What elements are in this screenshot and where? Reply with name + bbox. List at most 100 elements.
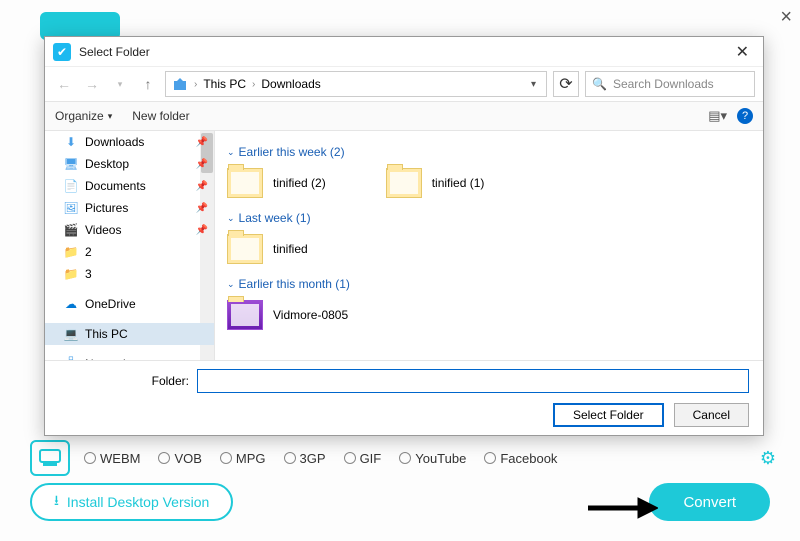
install-desktop-button[interactable]: ⭳ Install Desktop Version — [30, 483, 233, 521]
tree-item-label: Documents — [85, 179, 146, 193]
tree-item-label: Network — [85, 357, 129, 360]
format-option[interactable]: MPG — [220, 451, 266, 466]
download-icon: ⬇ — [63, 134, 79, 150]
recent-dropdown[interactable]: ▾ — [109, 73, 131, 95]
folder-item[interactable]: tinified (2) — [227, 163, 326, 203]
pin-icon: 📌 — [196, 159, 208, 170]
group-header[interactable]: ⌄Earlier this week (2) — [227, 145, 751, 159]
tree-item-documents[interactable]: 📄 Documents 📌 — [45, 175, 214, 197]
tree-item-label: Videos — [85, 223, 121, 237]
chevron-right-icon: › — [194, 79, 197, 90]
search-icon: 🔍 — [592, 77, 607, 91]
convert-button[interactable]: Convert — [649, 483, 770, 521]
back-button[interactable]: ← — [53, 73, 75, 95]
network-icon: 🖧 — [63, 356, 79, 360]
cloud-icon: ☁ — [63, 296, 79, 312]
folder-item[interactable]: Vidmore-0805 — [227, 295, 348, 335]
dialog-titlebar: ✔ Select Folder ✕ — [45, 37, 763, 67]
new-folder-button[interactable]: New folder — [132, 109, 189, 123]
forward-button[interactable]: → — [81, 73, 103, 95]
chevron-right-icon: › — [252, 79, 255, 90]
folder-name: Vidmore-0805 — [273, 308, 348, 322]
picture-icon: 🖼 — [63, 200, 79, 216]
group-header[interactable]: ⌄Earlier this month (1) — [227, 277, 751, 291]
folder-content[interactable]: ⌄Earlier this week (2)tinified (2)tinifi… — [215, 131, 763, 360]
close-icon[interactable]: ✕ — [730, 42, 755, 62]
folder-label: Folder: — [59, 374, 189, 388]
tree-item-3[interactable]: 📁3 — [45, 263, 214, 285]
tree-item-2[interactable]: 📁2 — [45, 241, 214, 263]
tree-item-onedrive[interactable]: ☁OneDrive — [45, 293, 214, 315]
folder-name: tinified (2) — [273, 176, 326, 190]
pin-icon: 📌 — [196, 225, 208, 236]
select-folder-dialog: ✔ Select Folder ✕ ← → ▾ ↑ › This PC › Do… — [44, 36, 764, 436]
pin-icon: 📌 — [196, 203, 208, 214]
pin-icon: 📌 — [196, 137, 208, 148]
format-option[interactable]: 3GP — [284, 451, 326, 466]
format-option[interactable]: VOB — [158, 451, 201, 466]
tree-item-label: Downloads — [85, 135, 144, 149]
download-folder-icon — [172, 76, 188, 92]
radio-icon — [284, 452, 296, 464]
gear-icon[interactable]: ⚙ — [760, 448, 776, 469]
convert-label: Convert — [683, 494, 736, 511]
tree-item-label: Desktop — [85, 157, 129, 171]
folder-item[interactable]: tinified (1) — [386, 163, 485, 203]
format-option[interactable]: Facebook — [484, 451, 557, 466]
group-header[interactable]: ⌄Last week (1) — [227, 211, 751, 225]
chevron-down-icon: ▾ — [108, 111, 113, 122]
desktop-icon: 🖥 — [63, 156, 79, 172]
format-option[interactable]: WEBM — [84, 451, 140, 466]
tree-item-label: 3 — [85, 267, 92, 281]
folder-name: tinified (1) — [432, 176, 485, 190]
tree-item-pictures[interactable]: 🖼Pictures📌 — [45, 197, 214, 219]
group-title: Earlier this week (2) — [239, 145, 345, 159]
pc-icon: 💻 — [63, 326, 79, 342]
address-dropdown[interactable]: ▾ — [527, 79, 540, 90]
folder-icon — [227, 168, 263, 198]
radio-icon — [158, 452, 170, 464]
format-option[interactable]: GIF — [344, 451, 382, 466]
pin-icon: 📌 — [196, 181, 208, 192]
up-button[interactable]: ↑ — [137, 73, 159, 95]
annotation-arrow-icon — [586, 496, 658, 525]
cancel-button[interactable]: Cancel — [674, 403, 749, 427]
dialog-title: Select Folder — [79, 45, 730, 59]
search-placeholder: Search Downloads — [613, 77, 714, 91]
navigation-tree: ⬇Downloads📌🖥Desktop📌📄Documents📌🖼Pictures… — [45, 131, 215, 360]
view-options-button[interactable]: ▤▾ — [708, 108, 727, 124]
folder-icon: 📁 — [63, 244, 79, 260]
app-close-icon[interactable]: × — [780, 6, 792, 29]
tree-item-videos[interactable]: 🎬Videos📌 — [45, 219, 214, 241]
tree-item-label: 2 — [85, 245, 92, 259]
radio-icon — [220, 452, 232, 464]
output-icon[interactable] — [30, 440, 70, 476]
refresh-button[interactable]: ⟳ — [553, 71, 579, 97]
tree-item-desktop[interactable]: 🖥 Desktop 📌 — [45, 153, 214, 175]
tree-item-downloads[interactable]: ⬇ Downloads 📌 — [45, 131, 214, 153]
document-icon: 📄 — [63, 178, 79, 194]
download-icon: ⭳ — [54, 490, 59, 514]
radio-icon — [344, 452, 356, 464]
radio-icon — [84, 452, 96, 464]
select-folder-button[interactable]: Select Folder — [553, 403, 664, 427]
format-radio-group: WEBM VOB MPG 3GP GIF YouTube Facebook — [84, 451, 557, 466]
address-bar[interactable]: › This PC › Downloads ▾ — [165, 71, 547, 97]
tree-item-this-pc[interactable]: 💻 This PC — [45, 323, 214, 345]
folder-input[interactable] — [197, 369, 749, 393]
chevron-down-icon: ⌄ — [227, 213, 235, 224]
format-option[interactable]: YouTube — [399, 451, 466, 466]
folder-item[interactable]: tinified — [227, 229, 308, 269]
toolbar: Organize▾ New folder ▤▾ ? — [45, 101, 763, 131]
install-label: Install Desktop Version — [67, 494, 209, 510]
folder-icon — [227, 300, 263, 330]
help-icon[interactable]: ? — [737, 108, 753, 124]
organize-menu[interactable]: Organize▾ — [55, 109, 112, 123]
folder-icon — [227, 234, 263, 264]
breadcrumb-segment[interactable]: Downloads — [261, 77, 320, 91]
tree-item-network[interactable]: 🖧 Network — [45, 353, 214, 360]
breadcrumb-segment[interactable]: This PC — [203, 77, 246, 91]
search-input[interactable]: 🔍 Search Downloads — [585, 71, 755, 97]
app-icon: ✔ — [53, 43, 71, 61]
tree-item-label: This PC — [85, 327, 128, 341]
